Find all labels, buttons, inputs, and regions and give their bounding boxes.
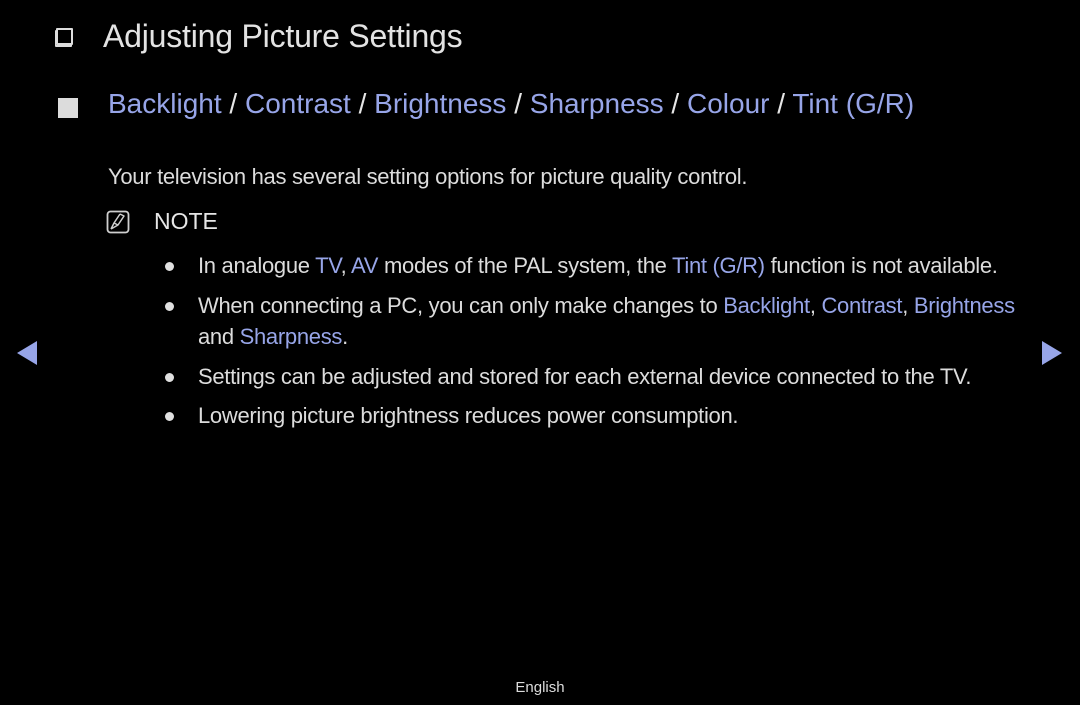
section-item: Tint (G/R) [792,88,915,119]
list-item-text: When connecting a PC, you can only make … [198,292,724,318]
note-label: NOTE [154,208,218,234]
filled-square-icon [58,98,78,118]
list-item-text: In analogue [198,253,316,278]
list-item: Lowering picture brightness reduces powe… [162,400,1022,432]
page-title-row: Adjusting Picture Settings [56,14,463,58]
footer-language: English [515,679,565,696]
section-item: Contrast [244,88,351,119]
list-item-text: and [198,324,240,349]
bullet-dot-icon [165,372,174,382]
right-triangle-icon[interactable] [1042,341,1062,365]
list-item-text: , [809,292,822,318]
page-title: Adjusting Picture Settings [103,17,463,54]
checkbox-square-icon [56,27,73,45]
list-item-text: Lowering picture brightness reduces powe… [198,403,739,428]
highlighted-term: Contrast [821,292,903,318]
section-title: Backlight / Contrast / Brightness / Shar… [108,86,1036,121]
section-item: Backlight [108,88,222,119]
section-separator: / [506,88,530,119]
note-list: In analogue TV, AV modes of the PAL syst… [162,250,1022,440]
list-item-text: , [340,253,352,278]
section-item: Sharpness [529,88,664,119]
list-item-text: function is not available. [764,253,998,278]
bullet-dot-icon [165,262,174,271]
highlighted-term: Backlight [723,292,810,318]
section-heading-row: Backlight / Contrast / Brightness / Shar… [56,86,1036,121]
note-pencil-icon [106,210,130,233]
highlighted-term: Tint (G/R) [672,253,765,278]
left-triangle-icon[interactable] [17,341,37,365]
section-separator: / [769,88,793,119]
highlighted-term: TV [315,253,341,278]
list-item: When connecting a PC, you can only make … [162,290,1022,353]
section-item: Colour [687,88,770,119]
highlighted-term: AV [351,253,379,278]
list-item: In analogue TV, AV modes of the PAL syst… [162,250,1022,282]
highlighted-term: Brightness [913,292,1015,318]
highlighted-term: Sharpness [239,324,343,349]
section-separator: / [221,88,245,119]
list-item-text: Settings can be adjusted and stored for … [198,363,972,389]
bullet-dot-icon [165,301,174,311]
section-separator: / [663,88,687,119]
list-item-text: , [902,292,914,318]
bullet-dot-icon [165,412,174,421]
list-item: Settings can be adjusted and stored for … [162,361,1022,393]
intro-text: Your television has several setting opti… [108,164,748,189]
list-item-text: modes of the PAL system, the [378,253,673,278]
note-header: NOTE [106,208,218,235]
section-separator: / [350,88,375,119]
list-item-text: . [342,324,348,349]
section-item: Brightness [374,88,507,119]
